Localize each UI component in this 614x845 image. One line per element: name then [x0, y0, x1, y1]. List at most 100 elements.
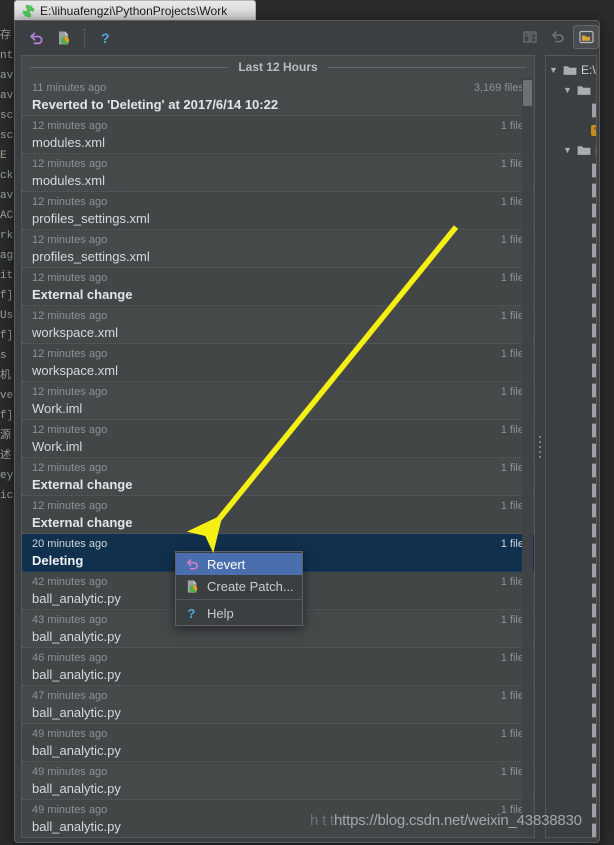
tree-file-node[interactable] — [546, 220, 596, 240]
history-row[interactable]: 12 minutes ago 1 file Work.iml — [22, 420, 534, 458]
section-header: Last 12 Hours — [22, 56, 534, 78]
list-scrollbar[interactable] — [522, 78, 533, 836]
tree-file-node[interactable] — [546, 700, 596, 720]
tree-file-node[interactable] — [546, 460, 596, 480]
history-row[interactable]: 12 minutes ago 1 file profiles_settings.xm… — [22, 230, 534, 268]
tree-file-node[interactable] — [546, 440, 596, 460]
tree-file-node[interactable] — [546, 420, 596, 440]
python-file-icon — [591, 343, 596, 358]
history-row[interactable]: 12 minutes ago 1 file modules.xml — [22, 154, 534, 192]
python-file-icon — [591, 743, 596, 758]
chevron-down-icon[interactable]: ▼ — [562, 145, 573, 155]
tree-file-node[interactable] — [546, 620, 596, 640]
history-row[interactable]: 49 minutes ago 1 file ball_analytic.py — [22, 724, 534, 762]
create-patch-toolbar-button[interactable] — [51, 26, 77, 50]
tree-file-node[interactable] — [546, 760, 596, 780]
watermark-ghost: h t t — [310, 812, 335, 829]
diff-toolbar-button[interactable] — [517, 25, 543, 49]
window-titlebar[interactable]: E:\lihuafengzi\PythonProjects\Work — [14, 0, 256, 20]
chevron-down-icon[interactable]: ▼ — [562, 85, 573, 95]
folder-window-toolbar-button[interactable] — [573, 25, 599, 49]
python-file-icon — [591, 163, 596, 178]
menu-item-create-patch[interactable]: Create Patch... — [176, 575, 302, 597]
tree-file-node[interactable] — [546, 400, 596, 420]
tree-file-node[interactable] — [546, 540, 596, 560]
tree-file-node[interactable] — [546, 280, 596, 300]
history-row[interactable]: 12 minutes ago 1 file External change — [22, 496, 534, 534]
tree-node-label: E:\lihu — [581, 63, 596, 77]
history-row[interactable]: 49 minutes ago 1 file ball_analytic.py — [22, 762, 534, 800]
row-label: ball_analytic.py — [32, 667, 121, 682]
tree-file-node[interactable] — [546, 320, 596, 340]
puzzle-icon — [22, 4, 35, 17]
row-meta: 12 minutes ago 1 file — [32, 347, 524, 362]
tree-file-node[interactable] — [546, 500, 596, 520]
tree-file-node[interactable] — [546, 360, 596, 380]
tree-file-node[interactable] — [546, 780, 596, 800]
history-row[interactable]: 12 minutes ago 1 file Work.iml — [22, 382, 534, 420]
svg-text:?: ? — [101, 30, 110, 46]
tree-folder-node[interactable]: ▼ .id — [546, 80, 596, 100]
tree-node-label: .id — [595, 83, 596, 97]
tree-file-node[interactable] — [546, 100, 596, 120]
tree-file-node[interactable] — [546, 720, 596, 740]
dialog-toolbar: ? — [15, 21, 599, 55]
tree-file-node[interactable] — [546, 520, 596, 540]
history-rows: 11 minutes ago 3,169 files Reverted to 'De… — [22, 78, 534, 837]
tree-file-node[interactable] — [546, 660, 596, 680]
history-row[interactable]: 11 minutes ago 3,169 files Reverted to 'De… — [22, 78, 534, 116]
row-label: workspace.xml — [32, 325, 118, 340]
row-time: 49 minutes ago — [32, 804, 108, 816]
tree-file-node[interactable] — [546, 740, 596, 760]
tree-file-node[interactable] — [546, 600, 596, 620]
tree-file-node[interactable] — [546, 240, 596, 260]
revert-toolbar-button[interactable] — [23, 26, 49, 50]
tree-file-node[interactable] — [546, 580, 596, 600]
tree-file-node[interactable] — [546, 200, 596, 220]
history-row[interactable]: 46 minutes ago 1 file ball_analytic.py — [22, 648, 534, 686]
splitter-grip — [538, 435, 542, 458]
row-file-count: 1 file — [500, 120, 524, 132]
history-row[interactable]: 12 minutes ago 1 file External change — [22, 458, 534, 496]
row-file-count: 1 file — [500, 652, 524, 664]
tree-file-node[interactable] — [546, 180, 596, 200]
menu-item-help[interactable]: ? Help — [176, 602, 302, 624]
tree-file-node[interactable] — [546, 640, 596, 660]
history-row[interactable]: 12 minutes ago 1 file External change — [22, 268, 534, 306]
row-time: 12 minutes ago — [32, 386, 108, 398]
row-time: 46 minutes ago — [32, 652, 108, 664]
row-time: 12 minutes ago — [32, 500, 108, 512]
history-row[interactable]: 12 minutes ago 1 file workspace.xml — [22, 344, 534, 382]
tree-file-node[interactable] — [546, 680, 596, 700]
python-file-icon — [591, 223, 596, 238]
tree-file-node[interactable] — [546, 260, 596, 280]
tree-file-node[interactable] — [546, 300, 596, 320]
tree-file-node[interactable] — [546, 340, 596, 360]
menu-item-label: Revert — [207, 556, 246, 572]
history-row[interactable]: 47 minutes ago 1 file ball_analytic.py — [22, 686, 534, 724]
tree-folder-node[interactable]: ▼m — [546, 140, 596, 160]
help-toolbar-button[interactable]: ? — [92, 26, 118, 50]
tree-file-node[interactable] — [546, 560, 596, 580]
python-file-icon — [591, 443, 596, 458]
row-meta: 12 minutes ago 1 file — [32, 461, 524, 476]
tree-file-node[interactable] — [546, 160, 596, 180]
list-scrollbar-thumb[interactable] — [523, 80, 532, 106]
row-file-count: 1 file — [500, 424, 524, 436]
chevron-down-icon[interactable]: ▼ — [548, 65, 559, 75]
tree-file-node[interactable]: <> — [546, 120, 596, 140]
tree-folder-node[interactable]: ▼ E:\lihu — [546, 60, 596, 80]
menu-item-label: Help — [207, 605, 234, 621]
history-row[interactable]: 12 minutes ago 1 file workspace.xml — [22, 306, 534, 344]
tree-file-node[interactable] — [546, 480, 596, 500]
history-row[interactable]: 12 minutes ago 1 file modules.xml — [22, 116, 534, 154]
history-row[interactable]: 12 minutes ago 1 file profiles_settings.xm… — [22, 192, 534, 230]
tree-file-node[interactable] — [546, 380, 596, 400]
row-meta: 12 minutes ago 1 file — [32, 499, 524, 514]
menu-item-revert[interactable]: Revert — [176, 553, 302, 575]
panel-splitter[interactable] — [536, 55, 544, 838]
rollback-toolbar-button[interactable] — [545, 25, 571, 49]
row-file-count: 1 file — [500, 690, 524, 702]
row-meta: 12 minutes ago 1 file — [32, 423, 524, 438]
row-file-count: 1 file — [500, 462, 524, 474]
